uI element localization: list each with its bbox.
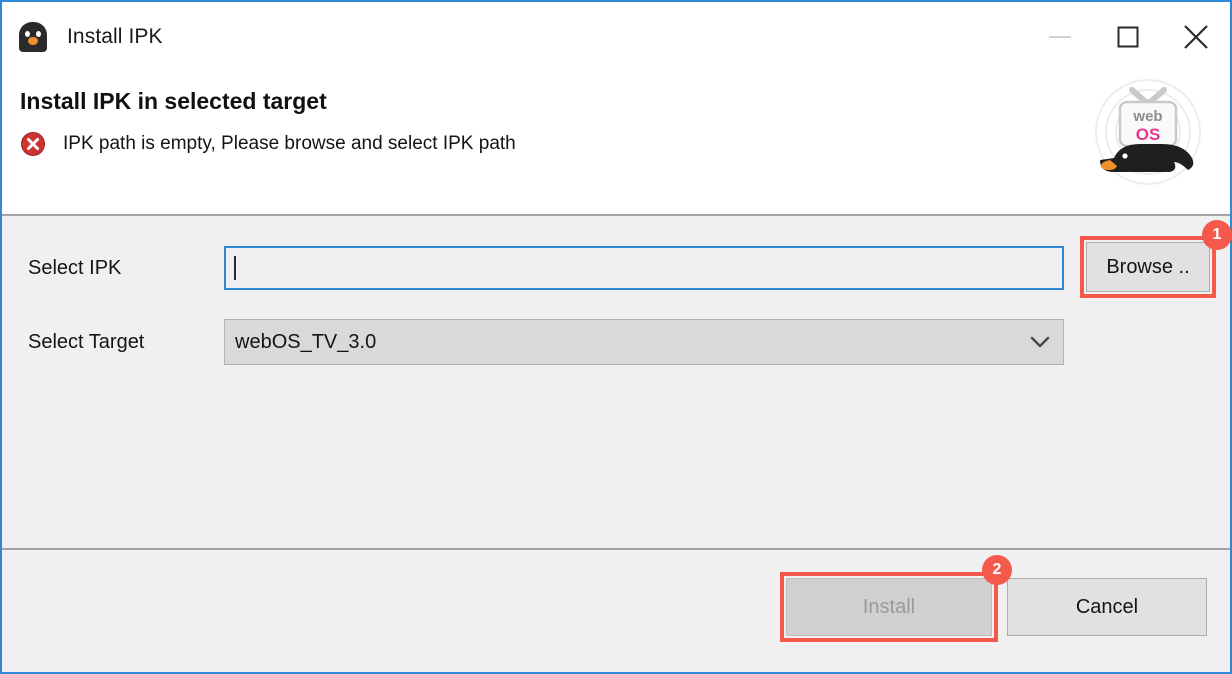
- chevron-down-icon: [1030, 336, 1050, 348]
- title-bar: Install IPK: [2, 2, 1230, 72]
- annotation-badge-1: 1: [1202, 220, 1232, 250]
- error-icon: [21, 132, 45, 156]
- select-target-row: Select Target webOS_TV_3.0: [28, 319, 1230, 365]
- maximize-button[interactable]: [1094, 11, 1162, 63]
- window-controls: [1026, 2, 1230, 72]
- close-button[interactable]: [1162, 11, 1230, 63]
- select-ipk-row: Select IPK: [28, 246, 1230, 290]
- webos-penguin-icon: [16, 20, 50, 54]
- window-title: Install IPK: [67, 25, 163, 48]
- minimize-icon: [1049, 36, 1071, 38]
- select-ipk-input[interactable]: [224, 246, 1064, 290]
- select-target-label: Select Target: [28, 330, 145, 353]
- select-ipk-label: Select IPK: [28, 256, 122, 279]
- cancel-button[interactable]: Cancel: [1007, 578, 1207, 636]
- browse-annotation-group: Browse .. 1: [1080, 220, 1232, 298]
- dialog-body: Select IPK Browse .. 1 Select Target web…: [2, 216, 1232, 548]
- page-title: Install IPK in selected target: [20, 88, 327, 114]
- status-message: IPK path is empty, Please browse and sel…: [63, 133, 516, 154]
- svg-text:web: web: [1132, 108, 1162, 125]
- select-target-value: webOS_TV_3.0: [235, 330, 377, 353]
- install-ipk-dialog: Install IPK Install IPK in selected targ…: [0, 0, 1232, 674]
- text-caret: [234, 256, 236, 280]
- install-button[interactable]: Install: [786, 578, 992, 636]
- status-message-row: IPK path is empty, Please browse and sel…: [20, 131, 1230, 157]
- dialog-header: Install IPK in selected target IPK path …: [2, 72, 1230, 214]
- maximize-icon: [1117, 26, 1139, 48]
- svg-text:OS: OS: [1136, 125, 1161, 144]
- close-icon: [1184, 25, 1208, 49]
- webos-tv-logo: web OS: [1095, 79, 1201, 185]
- annotation-badge-2: 2: [982, 555, 1012, 585]
- install-annotation-group: Install 2: [780, 555, 1012, 642]
- browse-button[interactable]: Browse ..: [1086, 242, 1210, 292]
- minimize-button[interactable]: [1026, 11, 1094, 63]
- select-target-dropdown[interactable]: webOS_TV_3.0: [224, 319, 1064, 365]
- dialog-footer: Install 2 Cancel: [2, 550, 1230, 672]
